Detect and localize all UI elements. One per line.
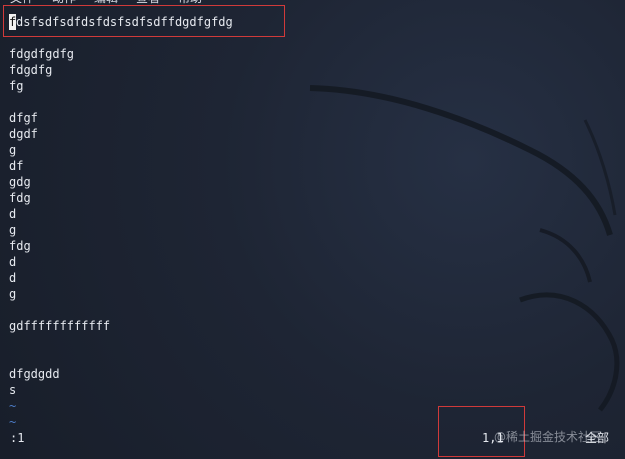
editor-line[interactable]: dgdf	[9, 126, 609, 142]
terminal-window: 文件 动作 编辑 查看 帮助 fdsfsdfsdfdsfdsfsdfsdffdg…	[0, 0, 625, 459]
editor-line[interactable]: gdg	[9, 174, 609, 190]
editor-line[interactable]	[9, 30, 609, 46]
editor-line-1[interactable]: f dsfsdfsdfdsfdsfsdfsdffdgdfgfdg	[9, 14, 609, 30]
editor-line-1-text: dsfsdfsdfdsfdsfsdfsdffdgdfgfdg	[16, 15, 233, 29]
editor-line[interactable]: gdffffffffffff	[9, 318, 609, 334]
editor-line[interactable]: g	[9, 286, 609, 302]
editor-line[interactable]	[9, 302, 609, 318]
editor-line[interactable]: dfgf	[9, 110, 609, 126]
editor-line[interactable]: d	[9, 270, 609, 286]
editor-line[interactable]: g	[9, 222, 609, 238]
editor-line[interactable]	[9, 94, 609, 110]
editor-line[interactable]: fdg	[9, 190, 609, 206]
scroll-scope-indicator: 全部	[585, 431, 610, 445]
editor-line[interactable]: d	[9, 254, 609, 270]
text-cursor: f	[9, 14, 17, 30]
editor-line[interactable]: fdg	[9, 238, 609, 254]
editor-line[interactable]: fdgdfg	[9, 62, 609, 78]
vim-editor-buffer[interactable]: f dsfsdfsdfdsfdsfsdfsdffdgdfgfdg fdgdfgdf…	[9, 14, 609, 429]
command-line[interactable]: :1	[10, 430, 24, 446]
editor-line[interactable]	[9, 350, 609, 366]
editor-line[interactable]	[9, 334, 609, 350]
cursor-position-indicator: 1,1	[482, 431, 504, 445]
editor-line[interactable]: fg	[9, 78, 609, 94]
editor-line[interactable]: g	[9, 142, 609, 158]
editor-line[interactable]: dfgdgdd	[9, 366, 609, 382]
editor-line[interactable]: df	[9, 158, 609, 174]
editor-line[interactable]: s	[9, 382, 609, 398]
editor-line[interactable]: d	[9, 206, 609, 222]
editor-line[interactable]: fdgdfgdfg	[9, 46, 609, 62]
